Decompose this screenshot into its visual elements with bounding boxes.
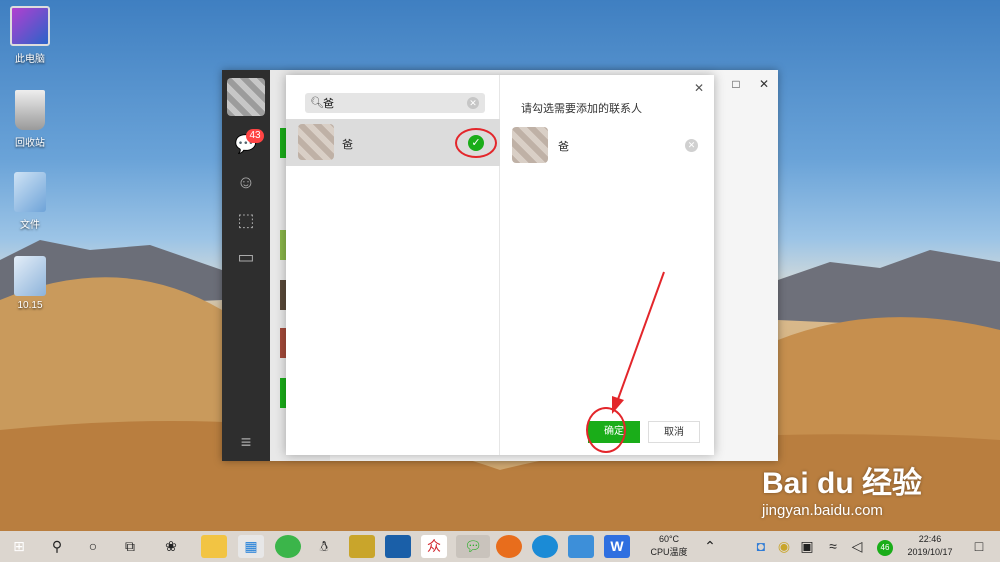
highlight-circle	[586, 407, 626, 453]
watermark-url: jingyan.baidu.com	[762, 502, 883, 519]
contact-name: 爸	[558, 140, 569, 153]
highlight-circle	[455, 128, 497, 158]
temperature-value: 60°C	[658, 534, 680, 544]
browser-icon[interactable]	[275, 535, 301, 558]
user-avatar[interactable]	[227, 78, 265, 116]
tray-shield-icon[interactable]: ▣	[794, 535, 820, 558]
selection-title: 请勾选需要添加的联系人	[521, 102, 642, 115]
taskbar: ⊞ ⚲ ○ ⧉ ❀ ▦ 🐧︎ 众 💬︎ W 60°C CPU温度 ⌃ ◘ ◉ ▣…	[0, 531, 1000, 562]
vpn-icon[interactable]	[496, 535, 522, 558]
maximize-button[interactable]: □	[726, 74, 746, 94]
search-result-row[interactable]: 爸 ✓	[286, 119, 500, 166]
search-input[interactable]	[323, 95, 463, 111]
wifi-icon[interactable]: ≈	[820, 535, 846, 558]
desktop-icon-label: 此电脑	[15, 54, 45, 65]
desktop-icon-this-pc[interactable]: 此电脑	[0, 6, 60, 65]
selected-pane: 请勾选需要添加的联系人 ✕ 爸 ✕	[500, 75, 714, 455]
wechat-sidebar: 💬 43 ☺ ⬚ ▭ ≡	[222, 70, 270, 461]
search-icon[interactable]: ⚲	[44, 535, 70, 558]
desktop-icon-label: 回收站	[15, 138, 45, 149]
notification-center-icon[interactable]: □	[966, 535, 992, 558]
volume-icon[interactable]: ◁	[844, 535, 870, 558]
favorites-box-icon[interactable]: ⬚	[234, 208, 258, 232]
reader-app-icon[interactable]	[568, 535, 594, 558]
desktop-icon-file[interactable]: 文件	[0, 172, 60, 231]
word-document-icon	[14, 256, 46, 296]
store-icon[interactable]: ▦	[238, 535, 264, 558]
desktop-icon-label: 10.15	[17, 300, 43, 311]
monitor-icon	[10, 6, 50, 46]
cortana-icon[interactable]: ○	[80, 535, 106, 558]
cancel-button[interactable]: 取消	[648, 421, 700, 443]
contact-name: 爸	[342, 138, 353, 151]
red-app-icon[interactable]: 众	[421, 535, 447, 558]
watermark-brand: Bai du 经验	[762, 467, 923, 500]
contact-avatar	[512, 127, 548, 163]
file-explorer-icon[interactable]	[201, 535, 227, 558]
desktop-icon-recycle-bin[interactable]: 回收站	[0, 90, 60, 149]
temperature-label: CPU温度	[650, 547, 688, 557]
desktop-icon-label: 文件	[20, 220, 40, 231]
close-icon[interactable]: ✕	[692, 81, 706, 95]
recycle-bin-icon	[15, 90, 45, 130]
close-window-button[interactable]: ✕	[754, 74, 774, 94]
baidu-watermark: Bai du 经验 jingyan.baidu.com	[762, 458, 922, 519]
gold-app-icon[interactable]	[349, 535, 375, 558]
cpu-temperature: 60°C CPU温度	[647, 533, 691, 559]
tray-notification-badge[interactable]: 46	[877, 540, 893, 556]
chevron-up-icon[interactable]: ⌃	[697, 535, 723, 558]
penguin-app-icon[interactable]	[532, 535, 558, 558]
remove-contact-icon[interactable]: ✕	[685, 139, 698, 152]
menu-icon[interactable]: ≡	[234, 430, 258, 454]
desktop-icon-document[interactable]: 10.15	[0, 256, 60, 311]
clock-date: 2019/10/17	[907, 547, 953, 557]
windows-start-icon[interactable]: ⊞	[6, 535, 32, 558]
tools-app-icon[interactable]	[385, 535, 411, 558]
wechat-taskbar-icon[interactable]: 💬︎	[456, 535, 490, 558]
add-contacts-dialog: 🔍︎ ✕ 爸 ✓ 请勾选需要添加的联系人 ✕ 爸 ✕ 确定 取消	[286, 75, 714, 455]
clock-time: 22:46	[918, 534, 942, 544]
contacts-icon[interactable]: ☺	[234, 170, 258, 194]
contact-avatar	[298, 124, 334, 160]
clear-search-icon[interactable]: ✕	[467, 97, 479, 109]
qq-icon[interactable]: 🐧︎	[311, 535, 337, 558]
search-pane: 🔍︎ ✕ 爸 ✓	[286, 75, 500, 455]
task-view-icon[interactable]: ⧉	[117, 535, 143, 558]
unread-badge: 43	[246, 129, 264, 143]
wps-icon[interactable]: W	[604, 535, 630, 558]
clock[interactable]: 22:46 2019/10/17	[902, 533, 958, 559]
pinwheel-app-icon[interactable]: ❀	[158, 535, 184, 558]
folder-icon	[14, 172, 46, 212]
folder-icon[interactable]: ▭	[234, 245, 258, 269]
search-icon: 🔍︎	[310, 97, 324, 109]
search-box[interactable]: 🔍︎ ✕	[305, 93, 485, 113]
